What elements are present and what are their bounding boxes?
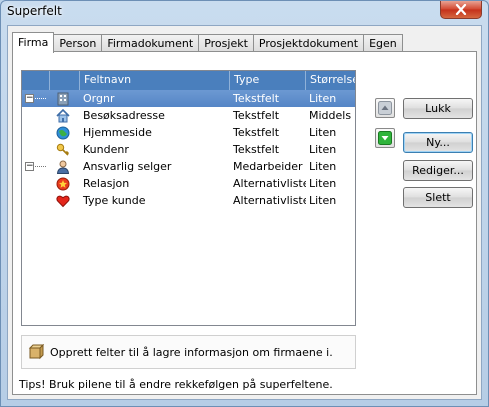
collapse-icon[interactable]: − — [25, 162, 34, 171]
row-icon-cell — [50, 107, 80, 124]
tree-line — [35, 166, 46, 167]
row-name: Type kunde — [83, 194, 146, 207]
info-package-icon — [28, 344, 44, 360]
list-row[interactable]: Hjemmeside Tekstfelt Liten — [22, 124, 355, 141]
globe-icon — [56, 126, 70, 139]
collapse-icon[interactable]: − — [25, 94, 34, 103]
list-row[interactable]: − Orgnr Tekstfelt Liten — [22, 90, 355, 107]
building-icon — [57, 92, 69, 105]
arrow-up-icon — [378, 101, 392, 115]
dialog-window: Superfelt Firma Person Firmadokument Pro… — [0, 0, 489, 407]
dialog-client-area: Firma Person Firmadokument Prosjekt Pros… — [7, 25, 482, 400]
tree-cell — [22, 141, 50, 158]
list-row[interactable]: − Ansvarlig selger Medarbeider Liten — [22, 158, 355, 175]
close-button[interactable]: Lukk — [403, 98, 473, 119]
row-name: Hjemmeside — [83, 126, 152, 139]
tab-firmadokument[interactable]: Firmadokument — [101, 34, 200, 52]
list-row[interactable]: Relasjon Alternativliste Liten — [22, 175, 355, 192]
row-size: Liten — [309, 177, 337, 190]
list-header: Feltnavn Type Størrelse — [22, 71, 355, 90]
row-icon-cell — [50, 141, 80, 158]
hint-text: Opprett felter til å lagre informasjon o… — [50, 345, 333, 359]
row-icon-cell — [50, 158, 80, 175]
header-type[interactable]: Type — [230, 71, 306, 90]
row-size: Liten — [309, 194, 337, 207]
row-size: Liten — [309, 143, 337, 156]
row-name: Ansvarlig selger — [83, 160, 172, 173]
superfield-list[interactable]: Feltnavn Type Størrelse − Orgnr Tekstfel… — [21, 70, 356, 326]
tab-prosjekt[interactable]: Prosjekt — [198, 34, 254, 52]
tips-text: Tips! Bruk pilene til å endre rekkefølge… — [19, 378, 333, 391]
tab-egen[interactable]: Egen — [363, 34, 403, 52]
move-up-button[interactable] — [375, 98, 395, 118]
row-icon-cell — [50, 124, 80, 141]
header-tree-column[interactable] — [22, 71, 50, 90]
house-icon — [56, 108, 70, 122]
tree-cell — [22, 192, 50, 209]
tree-cell — [22, 107, 50, 124]
tree-cell: − — [22, 158, 50, 175]
row-name: Kundenr — [83, 143, 129, 156]
person-icon — [56, 160, 70, 174]
tree-line — [35, 98, 46, 99]
tab-firma[interactable]: Firma — [12, 32, 55, 53]
delete-button[interactable]: Slett — [403, 187, 473, 208]
row-type: Tekstfelt — [233, 126, 280, 139]
row-size: Middels — [309, 109, 352, 122]
row-type: Tekstfelt — [233, 109, 280, 122]
row-size: Liten — [309, 160, 337, 173]
row-icon-cell — [50, 192, 80, 209]
row-icon-cell — [50, 175, 80, 192]
edit-button[interactable]: Rediger... — [403, 160, 473, 181]
row-type: Medarbeider — [233, 160, 303, 173]
header-icon-column[interactable] — [50, 71, 80, 90]
row-name: Orgnr — [83, 92, 115, 105]
row-type: Alternativliste — [233, 194, 306, 207]
tree-cell — [22, 175, 50, 192]
row-name: Besøksadresse — [83, 109, 165, 122]
move-down-button[interactable] — [375, 128, 395, 148]
tab-panel-firma: Feltnavn Type Størrelse − Orgnr Tekstfel… — [12, 51, 477, 395]
row-size: Liten — [309, 92, 337, 105]
new-button[interactable]: Ny... — [403, 132, 473, 153]
row-type: Alternativliste — [233, 177, 306, 190]
arrow-down-icon — [378, 131, 392, 145]
tab-strip: Firma Person Firmadokument Prosjekt Pros… — [12, 32, 403, 53]
tab-prosjektdokument[interactable]: Prosjektdokument — [252, 34, 365, 52]
row-name: Relasjon — [83, 177, 130, 190]
list-row[interactable]: Besøksadresse Tekstfelt Middels — [22, 107, 355, 124]
row-type: Tekstfelt — [233, 143, 280, 156]
star-icon — [56, 177, 70, 190]
title-bar[interactable]: Superfelt — [1, 1, 488, 23]
tree-cell — [22, 124, 50, 141]
header-feltnavn[interactable]: Feltnavn — [80, 71, 230, 90]
key-icon — [56, 143, 70, 156]
row-type: Tekstfelt — [233, 92, 280, 105]
list-row[interactable]: Type kunde Alternativliste Liten — [22, 192, 355, 209]
header-storrelse[interactable]: Størrelse — [306, 71, 355, 90]
window-title: Superfelt — [7, 4, 62, 18]
heart-icon — [56, 195, 70, 207]
row-icon-cell — [50, 90, 80, 107]
list-body: − Orgnr Tekstfelt Liten Besøksadresse Te… — [22, 90, 355, 209]
close-icon — [455, 4, 467, 15]
tab-person[interactable]: Person — [53, 34, 103, 52]
row-size: Liten — [309, 126, 337, 139]
window-close-button[interactable] — [440, 1, 482, 19]
hint-panel: Opprett felter til å lagre informasjon o… — [21, 335, 356, 369]
tree-cell: − — [22, 90, 50, 107]
list-row[interactable]: Kundenr Tekstfelt Liten — [22, 141, 355, 158]
